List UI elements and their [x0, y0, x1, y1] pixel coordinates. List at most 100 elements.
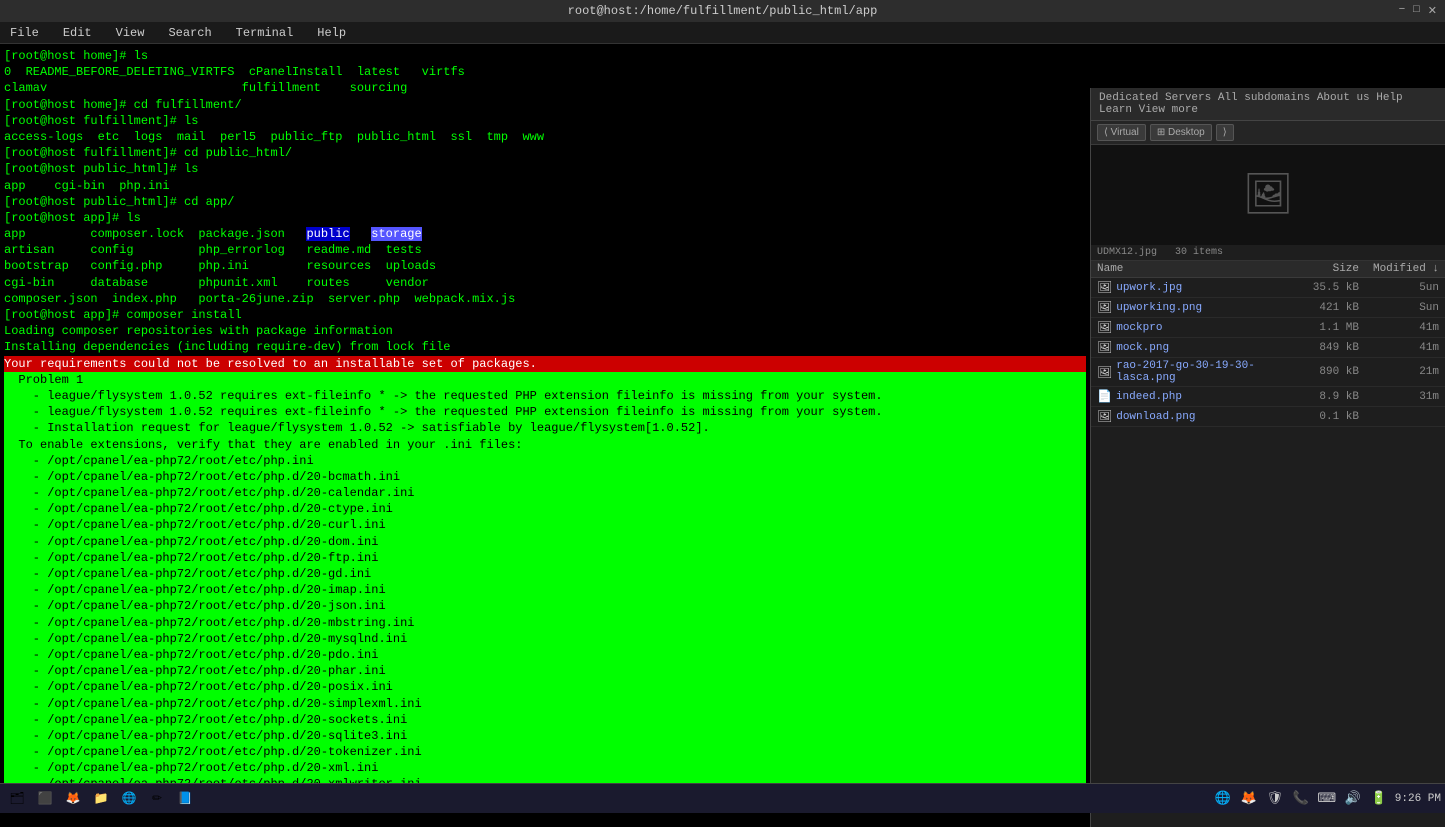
file-size: 8.9 kB: [1299, 391, 1359, 403]
terminal-line: [root@host public_html]# cd app/: [4, 194, 1086, 210]
terminal-line: cgi-bin database phpunit.xml routes vend…: [4, 275, 1086, 291]
nav-forward-button[interactable]: ⟩: [1216, 124, 1234, 141]
terminal-line: - /opt/cpanel/ea-php72/root/etc/php.d/20…: [4, 534, 1086, 550]
maximize-button[interactable]: □: [1413, 4, 1420, 18]
side-toolbar[interactable]: ⟨ Virtual ⊞ Desktop ⟩: [1091, 121, 1445, 145]
terminal-line: Installing dependencies (including requi…: [4, 339, 1086, 355]
skype-icon[interactable]: 📘: [172, 786, 198, 812]
list-item[interactable]: 🖼 download.png 0.1 kB: [1091, 407, 1445, 427]
list-item[interactable]: 🖼 rao-2017-go-30-19-30-lasca.png 890 kB …: [1091, 358, 1445, 387]
list-item[interactable]: 🖼 upworking.png 421 kB Sun: [1091, 298, 1445, 318]
file-name: mock.png: [1116, 342, 1299, 354]
file-list: 🖼 upwork.jpg 35.5 kB 5un 🖼 upworking.png…: [1091, 278, 1445, 427]
terminal-line: To enable extensions, verify that they a…: [4, 437, 1086, 453]
chrome-icon[interactable]: 🌐: [116, 786, 142, 812]
file-modified: 21m: [1359, 366, 1439, 378]
terminal-line: - /opt/cpanel/ea-php72/root/etc/php.d/20…: [4, 728, 1086, 744]
terminal-line: [root@host fulfillment]# cd public_html/: [4, 145, 1086, 161]
editor-icon[interactable]: ✏: [144, 786, 170, 812]
terminal-line: [root@host home]# cd fulfillment/: [4, 97, 1086, 113]
terminal-line: [root@host app]# ls: [4, 210, 1086, 226]
file-icon: 🖼: [1097, 320, 1112, 335]
terminal-line: - /opt/cpanel/ea-php72/root/etc/php.d/20…: [4, 696, 1086, 712]
menu-item-terminal[interactable]: Terminal: [230, 24, 300, 42]
file-icon: 🖼: [1097, 340, 1112, 355]
files-icon[interactable]: 🗂: [4, 786, 30, 812]
file-size: 35.5 kB: [1299, 282, 1359, 294]
virtual-button[interactable]: ⟨ Virtual: [1097, 124, 1146, 141]
menu-item-search[interactable]: Search: [162, 24, 217, 42]
preview-label: UDMX12.jpg 30 items: [1091, 245, 1445, 261]
file-columns: Name Size Modified ↓: [1091, 261, 1445, 278]
terminal-line: - league/flysystem 1.0.52 requires ext-f…: [4, 404, 1086, 420]
file-name: download.png: [1116, 411, 1299, 423]
menu-item-view[interactable]: View: [110, 24, 151, 42]
side-panel: Dedicated Servers All subdomains About u…: [1090, 88, 1445, 827]
terminal-output[interactable]: [root@host home]# ls0 README_BEFORE_DELE…: [0, 44, 1090, 783]
terminal-line: - /opt/cpanel/ea-php72/root/etc/php.d/20…: [4, 663, 1086, 679]
close-button[interactable]: ✕: [1428, 4, 1437, 18]
folder-icon[interactable]: 📁: [88, 786, 114, 812]
list-item[interactable]: 🖼 mockpro 1.1 MB 41m: [1091, 318, 1445, 338]
terminal-line: app cgi-bin php.ini: [4, 178, 1086, 194]
terminal-line: - /opt/cpanel/ea-php72/root/etc/php.d/20…: [4, 582, 1086, 598]
terminal-line: - Installation request for league/flysys…: [4, 420, 1086, 436]
file-size: 849 kB: [1299, 342, 1359, 354]
image-preview: 🖼: [1091, 145, 1445, 245]
terminal-line: - /opt/cpanel/ea-php72/root/etc/php.d/20…: [4, 615, 1086, 631]
input-tray-icon: ⌨: [1317, 789, 1337, 809]
terminal-line: - /opt/cpanel/ea-php72/root/etc/php.d/20…: [4, 631, 1086, 647]
sourcing-text: sourcing: [350, 81, 408, 95]
terminal-line: - /opt/cpanel/ea-php72/root/etc/php.d/20…: [4, 744, 1086, 760]
list-item[interactable]: 🖼 upwork.jpg 35.5 kB 5un: [1091, 278, 1445, 298]
highlight-storage: storage: [371, 227, 421, 241]
terminal-line: - /opt/cpanel/ea-php72/root/etc/php.d/20…: [4, 647, 1086, 663]
menu-item-file[interactable]: File: [4, 24, 45, 42]
minimize-button[interactable]: −: [1399, 4, 1406, 18]
file-icon: 🖼: [1097, 280, 1112, 295]
terminal-line: [root@host app]# composer install: [4, 307, 1086, 323]
terminal-line: [root@host fulfillment]# ls: [4, 113, 1086, 129]
terminal-line: - /opt/cpanel/ea-php72/root/etc/php.d/20…: [4, 485, 1086, 501]
file-modified: 41m: [1359, 322, 1439, 334]
window-controls[interactable]: − □ ✕: [1399, 4, 1437, 18]
firefox-icon[interactable]: 🦊: [60, 786, 86, 812]
list-item[interactable]: 📄 indeed.php 8.9 kB 31m: [1091, 387, 1445, 407]
terminal-line: composer.json index.php porta-26june.zip…: [4, 291, 1086, 307]
title-bar: root@host:/home/fulfillment/public_html/…: [0, 0, 1445, 22]
terminal-line: - /opt/cpanel/ea-php72/root/etc/php.d/20…: [4, 598, 1086, 614]
file-modified: 31m: [1359, 391, 1439, 403]
terminal-line: bootstrap config.php php.ini resources u…: [4, 258, 1086, 274]
menu-bar: File Edit View Search Terminal Help: [0, 22, 1445, 44]
terminal-line: - /opt/cpanel/ea-php72/root/etc/php.ini: [4, 453, 1086, 469]
file-name: indeed.php: [1116, 391, 1299, 403]
file-icon: 🖼: [1097, 409, 1112, 424]
list-item[interactable]: 🖼 mock.png 849 kB 41m: [1091, 338, 1445, 358]
menu-item-edit[interactable]: Edit: [57, 24, 98, 42]
desktop-button[interactable]: ⊞ Desktop: [1150, 124, 1212, 141]
terminal-line: - /opt/cpanel/ea-php72/root/etc/php.d/20…: [4, 566, 1086, 582]
file-name: upworking.png: [1116, 302, 1299, 314]
battery-tray-icon: 🔋: [1369, 789, 1389, 809]
terminal-line: [root@host home]# ls: [4, 48, 1086, 64]
terminal-line: - /opt/cpanel/ea-php72/root/etc/php.d/20…: [4, 550, 1086, 566]
voip-tray-icon: 📞: [1291, 789, 1311, 809]
window-title: root@host:/home/fulfillment/public_html/…: [568, 4, 878, 18]
terminal-line: access-logs etc logs mail perl5 public_f…: [4, 129, 1086, 145]
file-modified: Sun: [1359, 302, 1439, 314]
terminal-line: - /opt/cpanel/ea-php72/root/etc/php.d/20…: [4, 712, 1086, 728]
file-size: 1.1 MB: [1299, 322, 1359, 334]
terminal-line: Loading composer repositories with packa…: [4, 323, 1086, 339]
terminal-line: 0 README_BEFORE_DELETING_VIRTFS cPanelIn…: [4, 64, 1086, 80]
file-name: upwork.jpg: [1116, 282, 1299, 294]
file-modified: 41m: [1359, 342, 1439, 354]
terminal-icon[interactable]: ⬛: [32, 786, 58, 812]
menu-item-help[interactable]: Help: [311, 24, 352, 42]
terminal-line: [root@host public_html]# ls: [4, 161, 1086, 177]
terminal-line: artisan config php_errorlog readme.md te…: [4, 242, 1086, 258]
file-size: 890 kB: [1299, 366, 1359, 378]
file-modified: 5un: [1359, 282, 1439, 294]
volume-tray-icon: 🔊: [1343, 789, 1363, 809]
file-size: 0.1 kB: [1299, 411, 1359, 423]
terminal-line: app composer.lock package.json public st…: [4, 226, 1086, 242]
